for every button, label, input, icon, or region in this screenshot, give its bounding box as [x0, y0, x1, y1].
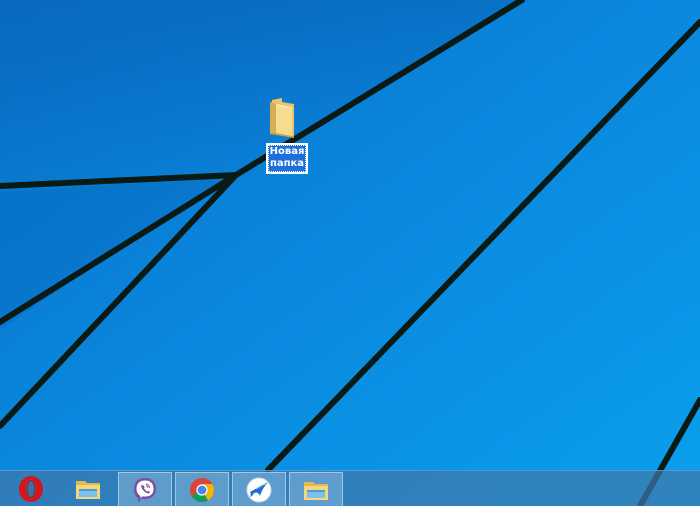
desktop-icon-label[interactable]: Новая папка — [268, 145, 306, 172]
desktop-wallpaper — [0, 0, 700, 506]
bird-app-icon — [246, 477, 272, 502]
opera-icon — [19, 476, 43, 502]
taskbar-button-viber[interactable] — [118, 472, 172, 506]
file-explorer-icon — [76, 481, 100, 499]
taskbar-button-file-explorer[interactable] — [61, 472, 115, 506]
desktop[interactable]: Новая папка — [0, 0, 700, 506]
taskbar[interactable] — [0, 470, 700, 506]
desktop-icon-new-folder[interactable]: Новая папка — [258, 92, 312, 176]
taskbar-button-file-explorer-window[interactable] — [289, 472, 343, 506]
taskbar-button-chrome[interactable] — [175, 472, 229, 506]
viber-icon — [134, 477, 156, 503]
taskbar-button-opera[interactable] — [4, 472, 58, 506]
file-explorer-icon — [304, 481, 328, 500]
folder-icon — [270, 98, 294, 138]
taskbar-button-bird-app[interactable] — [232, 472, 286, 506]
chrome-icon — [190, 477, 214, 502]
desktop-icon-label-box[interactable]: Новая папка — [266, 143, 308, 174]
